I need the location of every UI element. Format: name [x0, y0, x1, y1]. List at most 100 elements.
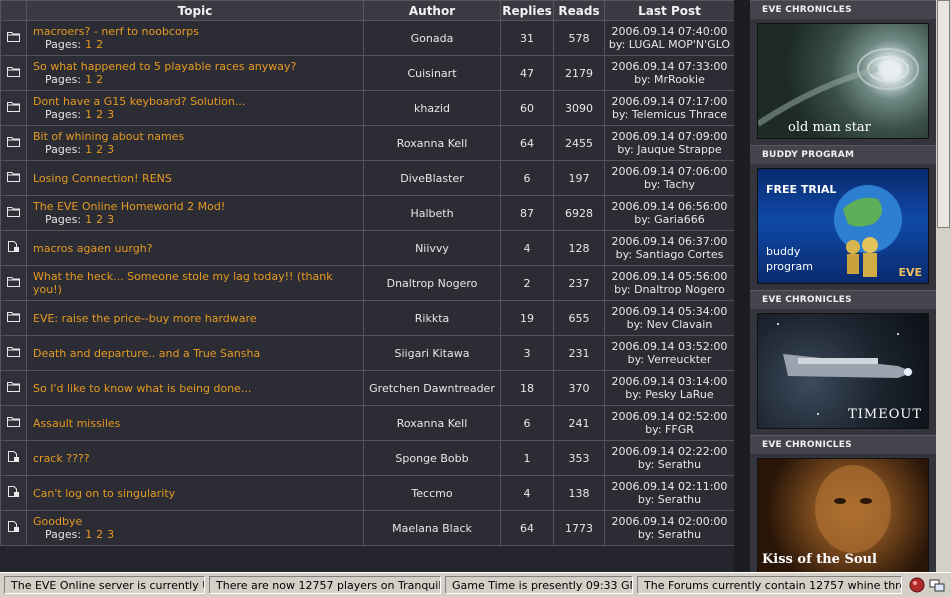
page-link[interactable]: 1	[85, 213, 92, 226]
folder-icon	[7, 381, 20, 395]
topic-title-link[interactable]: So I'd like to know what is being done..…	[33, 382, 363, 395]
topic-title-link[interactable]: So what happened to 5 playable races any…	[33, 60, 363, 73]
topic-row[interactable]: Bit of whining about names Pages: 1 2 3 Roxan…	[0, 125, 734, 161]
banner-caption: old man star	[788, 120, 871, 135]
page-link[interactable]: 1	[85, 38, 92, 51]
buddy-program-banner[interactable]: FREE TRIAL buddy program EVE	[757, 168, 929, 284]
topic-icon-cell	[0, 55, 27, 91]
topic-icon-cell	[0, 405, 27, 441]
topics-table: Topic Author Replies Reads Last Post mac…	[0, 0, 734, 546]
document-icon	[7, 450, 20, 466]
topic-row[interactable]: Losing Connection! RENS DiveBlaster 6 197 20…	[0, 160, 734, 196]
author-cell: DiveBlaster	[363, 160, 501, 196]
reads-cell: 353	[553, 440, 605, 476]
page-link[interactable]: 3	[107, 528, 114, 541]
topic-icon-cell	[0, 230, 27, 266]
pages-nav: Pages: 1 2 3	[33, 143, 363, 156]
topic-row[interactable]: Goodbye Pages: 1 2 3 Maelana Black 64 1773 2006.…	[0, 510, 734, 546]
last-post-author: by: Santiago Cortes	[615, 248, 724, 261]
replies-cell: 6	[500, 160, 554, 196]
topic-icon-cell	[0, 370, 27, 406]
topic-title-link[interactable]: Death and departure.. and a True Sansha	[33, 347, 363, 360]
page-link[interactable]: 1	[85, 143, 92, 156]
topic-cell: Death and departure.. and a True Sansha	[26, 335, 364, 371]
last-post-date: 2006.09.14 05:34:00	[611, 305, 728, 318]
page-link[interactable]: 1	[85, 73, 92, 86]
author-column-header[interactable]: Author	[363, 0, 501, 21]
topic-cell: Bit of whining about names Pages: 1 2 3	[26, 125, 364, 161]
topic-title-link[interactable]: Bit of whining about names	[33, 130, 363, 143]
last-post-cell: 2006.09.14 03:52:00 by: Verreuckter	[604, 335, 734, 371]
page-link[interactable]: 2	[96, 73, 103, 86]
replies-cell: 64	[500, 510, 554, 546]
topic-row[interactable]: EVE: raise the price--buy more hardware R…	[0, 300, 734, 336]
topic-title-link[interactable]: The EVE Online Homeworld 2 Mod!	[33, 200, 363, 213]
topic-title-link[interactable]: EVE: raise the price--buy more hardware	[33, 312, 363, 325]
reads-cell: 2179	[553, 55, 605, 91]
page-link[interactable]: 3	[107, 143, 114, 156]
vertical-scrollbar[interactable]	[936, 0, 951, 572]
network-icon[interactable]	[929, 577, 945, 596]
topic-title-link[interactable]: Losing Connection! RENS	[33, 172, 363, 185]
timeout-banner[interactable]: TIMEOUT	[757, 313, 929, 429]
reads-cell: 370	[553, 370, 605, 406]
author-cell: Maelana Black	[363, 510, 501, 546]
topic-row[interactable]: Death and departure.. and a True Sansha S…	[0, 335, 734, 371]
old-man-star-banner[interactable]: old man star	[757, 23, 929, 139]
sidebar: EVE CHRONICLES old man star BUDDY PROGRA…	[750, 0, 936, 572]
page-link[interactable]: 2	[96, 143, 103, 156]
topic-row[interactable]: So what happened to 5 playable races any…	[0, 55, 734, 91]
topic-row[interactable]: What the heck... Someone stole my lag to…	[0, 265, 734, 301]
page-link[interactable]: 2	[96, 528, 103, 541]
sidebar-heading: EVE CHRONICLES	[750, 0, 936, 19]
forum-topic-list: Topic Author Replies Reads Last Post mac…	[0, 0, 734, 572]
replies-cell: 64	[500, 125, 554, 161]
topic-icon-cell	[0, 265, 27, 301]
pages-nav: Pages: 1 2 3	[33, 108, 363, 121]
reads-cell: 1773	[553, 510, 605, 546]
document-icon	[7, 485, 20, 501]
scrollbar-thumb[interactable]	[937, 0, 950, 228]
topic-row[interactable]: Dont have a G15 keyboard? Solution... Pag…	[0, 90, 734, 126]
topic-row[interactable]: crack ???? Sponge Bobb 1 353 2006.09.14 02:2…	[0, 440, 734, 476]
page-link[interactable]: 2	[96, 108, 103, 121]
topic-cell: Losing Connection! RENS	[26, 160, 364, 196]
reads-column-header[interactable]: Reads	[553, 0, 605, 21]
topic-title-link[interactable]: macroers? - nerf to noobcorps	[33, 25, 363, 38]
kiss-of-the-soul-banner[interactable]: Kiss of the Soul	[757, 458, 929, 572]
replies-column-header[interactable]: Replies	[500, 0, 554, 21]
last-post-date: 2006.09.14 07:06:00	[611, 165, 728, 178]
topic-title-link[interactable]: Goodbye	[33, 515, 363, 528]
topic-title-link[interactable]: Can't log on to singularity	[33, 487, 363, 500]
topic-row[interactable]: The EVE Online Homeworld 2 Mod! Pages: 1 2 3…	[0, 195, 734, 231]
page-link[interactable]: 2	[96, 213, 103, 226]
page-link[interactable]: 1	[85, 108, 92, 121]
pages-nav: Pages: 1 2 3	[33, 528, 363, 541]
topic-row[interactable]: Can't log on to singularity Teccmo 4 138 200…	[0, 475, 734, 511]
page-link[interactable]: 1	[85, 528, 92, 541]
page-link[interactable]: 2	[96, 38, 103, 51]
topic-title-link[interactable]: macros agaen uurgh?	[33, 242, 363, 255]
page-link[interactable]: 3	[107, 213, 114, 226]
topic-title-link[interactable]: What the heck... Someone stole my lag to…	[33, 270, 363, 296]
topic-cell: So I'd like to know what is being done..…	[26, 370, 364, 406]
last-post-author: by: Telemicus Thrace	[611, 108, 728, 121]
topic-cell: What the heck... Someone stole my lag to…	[26, 265, 364, 301]
eve-orb-icon[interactable]	[909, 577, 925, 596]
folder-icon	[7, 31, 20, 45]
topic-column-header[interactable]: Topic	[26, 0, 364, 21]
replies-cell: 60	[500, 90, 554, 126]
last-post-cell: 2006.09.14 02:00:00 by: Serathu	[604, 510, 734, 546]
topic-row[interactable]: macroers? - nerf to noobcorps Pages: 1 2 Gon…	[0, 20, 734, 56]
page-link[interactable]: 3	[107, 108, 114, 121]
topic-title-link[interactable]: crack ????	[33, 452, 363, 465]
topic-row[interactable]: macros agaen uurgh? Niivvy 4 128 2006.09.14 …	[0, 230, 734, 266]
topic-row[interactable]: So I'd like to know what is being done..…	[0, 370, 734, 406]
topic-row[interactable]: Assault missiles Roxanna Kell 6 241 2006.09.…	[0, 405, 734, 441]
folder-icon	[7, 311, 20, 325]
topic-title-link[interactable]: Assault missiles	[33, 417, 363, 430]
last-post-column-header[interactable]: Last Post	[604, 0, 734, 21]
replies-cell: 18	[500, 370, 554, 406]
topic-cell: macroers? - nerf to noobcorps Pages: 1 2	[26, 20, 364, 56]
topic-title-link[interactable]: Dont have a G15 keyboard? Solution...	[33, 95, 363, 108]
